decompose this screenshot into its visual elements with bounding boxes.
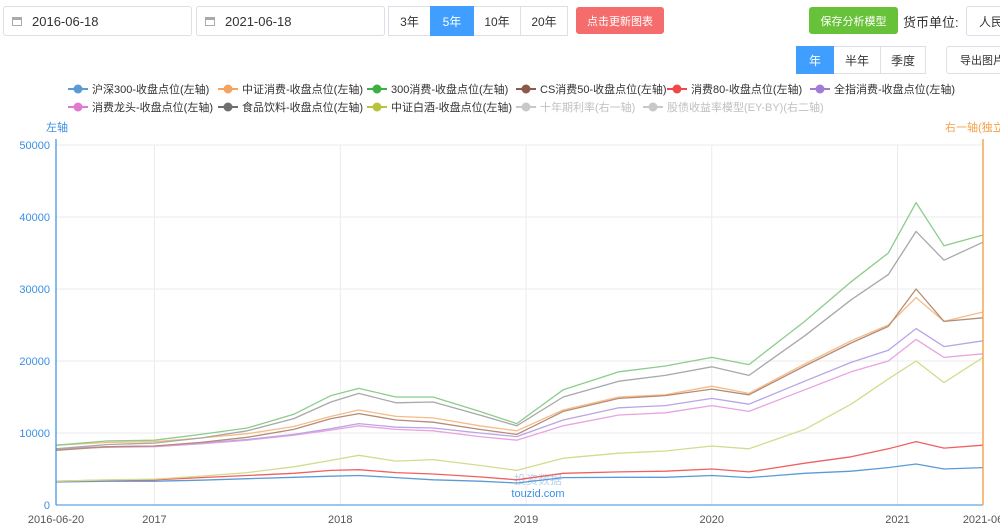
legend-marker [648,102,658,112]
x-tick-label: 2019 [514,514,538,526]
series-line [55,296,984,446]
series-line [55,463,984,484]
start-date-value: 2016-06-18 [32,13,99,29]
y-tick-label: 20000 [19,356,50,368]
export-image-label: 导出图片 [960,55,1000,67]
legend-marker [521,102,531,112]
export-image-button[interactable]: 导出图片 [946,46,1000,74]
series-line [55,288,984,451]
period-tab-year[interactable]: 年 [796,46,834,74]
end-date-value: 2021-06-18 [225,13,292,29]
legend-marker [223,84,233,94]
y-tick-label: 40000 [19,212,50,224]
legend-item: 消费龙头-收盘点位(左轴) [92,100,213,114]
legend-item: 全指消费-收盘点位(左轴) [834,82,955,96]
calendar-icon [12,16,22,26]
y-tick-label: 30000 [19,284,50,296]
update-chart-button[interactable]: 点击更新图表 [576,7,664,34]
right-axis-label: 右一轴(独立 [945,120,1000,134]
series-line [55,201,984,446]
period-tabs: 年 半年 季度 [796,46,926,74]
watermark: 投资数据 touzid.com [511,472,564,500]
currency-label: 货币单位: [903,15,959,30]
period-tab-half-year[interactable]: 半年 [833,46,881,74]
legend-marker [372,102,382,112]
series-line [55,327,984,450]
chart-legend: 沪深300-收盘点位(左轴) 中证消费-收盘点位(左轴) 300消费-收盘点位(左轴… [68,82,955,114]
currency-select[interactable]: 人民 [966,6,1000,36]
legend-item: 股债收益率模型(EY-BY)(右二轴) [667,100,824,114]
x-tick-label: 2021 [885,514,909,526]
save-model-button[interactable]: 保存分析模型 [809,7,898,34]
legend-item: 300消费-收盘点位(左轴) [391,82,508,96]
x-tick-label: 2017 [142,514,166,526]
series-line [55,338,984,450]
period-tab-quarter[interactable]: 季度 [880,46,926,74]
legend-item: 中证消费-收盘点位(左轴) [242,82,363,96]
series-line [55,230,984,450]
legend-marker [672,84,682,94]
x-tick-label: 2021-06 [963,514,1000,526]
legend-marker [815,84,825,94]
legend-item: 消费80-收盘点位(左轴) [691,82,802,96]
start-date-input[interactable]: 2016-06-18 [3,6,192,36]
range-tabs: 3年 5年 10年 20年 [388,6,568,36]
left-axis-label: 左轴 [46,120,68,134]
legend-marker [372,84,382,94]
legend-item: 十年期利率(右一轴) [540,100,635,114]
end-date-input[interactable]: 2021-06-18 [196,6,385,36]
legend-marker [521,84,531,94]
watermark-cn: 投资数据 [514,472,562,487]
range-tab-10y[interactable]: 10年 [473,6,521,36]
y-tick-label: 10000 [19,428,50,440]
watermark-url: touzid.com [511,488,564,500]
legend-item: 食品饮料-收盘点位(左轴) [242,100,363,114]
currency-value: 人民 [979,14,1000,29]
calendar-icon [205,16,215,26]
y-tick-label: 50000 [19,140,50,152]
legend-marker [73,84,83,94]
line-chart: 沪深300-收盘点位(左轴) 中证消费-收盘点位(左轴) 300消费-收盘点位(左轴… [19,82,1000,526]
series-line [55,440,984,482]
range-tab-3y[interactable]: 3年 [388,6,431,36]
range-tab-5y[interactable]: 5年 [430,6,474,36]
legend-item: 中证白酒-收盘点位(左轴) [391,100,512,114]
series-line [55,356,984,482]
y-tick-label: 0 [44,500,50,512]
legend-marker [73,102,83,112]
x-tick-label: 2018 [328,514,352,526]
chart-axes [55,139,984,506]
chart-grid: 0 10000 20000 30000 40000 50000 2016-06-20 2017… [19,140,1000,526]
legend-marker [223,102,233,112]
range-tab-20y[interactable]: 20年 [520,6,568,36]
x-tick-label: 2020 [700,514,724,526]
x-tick-label: 2016-06-20 [28,514,84,526]
legend-item: CS消费50-收盘点位(左轴) [540,82,667,96]
chart-series [55,201,984,484]
legend-item: 沪深300-收盘点位(左轴) [92,82,209,96]
